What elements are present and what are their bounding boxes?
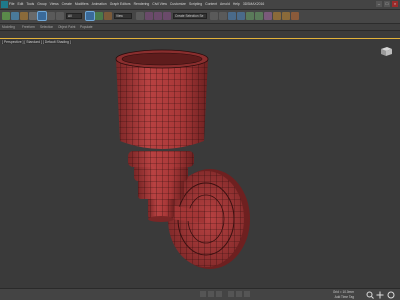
- menu-graph-editors[interactable]: Graph Editors: [110, 2, 131, 6]
- menu-customize[interactable]: Customize: [170, 2, 186, 6]
- glass-shade: [115, 49, 209, 149]
- grid-size-readout: Grid = 10.0mm: [332, 290, 354, 294]
- rendered-frame-window-icon[interactable]: [282, 12, 290, 20]
- curve-editor-icon[interactable]: [246, 12, 254, 20]
- menu-civil-view[interactable]: Civil View: [152, 2, 167, 6]
- minimize-icon[interactable]: –: [376, 1, 382, 7]
- pivot-icon[interactable]: [136, 12, 144, 20]
- ribbon-tab-object-paint[interactable]: Object Paint: [58, 25, 75, 29]
- play-icon[interactable]: [236, 291, 242, 297]
- scene-explorer-icon[interactable]: [237, 12, 245, 20]
- percent-snap-icon[interactable]: [163, 12, 171, 20]
- menu-arnold[interactable]: Arnold: [220, 2, 230, 6]
- menu-content[interactable]: Content: [205, 2, 217, 6]
- menu-animation[interactable]: Animation: [92, 2, 107, 6]
- orbit-icon[interactable]: [387, 291, 395, 299]
- material-editor-icon[interactable]: [264, 12, 272, 20]
- rotate-icon[interactable]: [95, 12, 103, 20]
- schematic-view-icon[interactable]: [255, 12, 263, 20]
- menu-file[interactable]: File: [9, 2, 14, 6]
- app-logo-icon[interactable]: [1, 1, 8, 8]
- set-key-icon[interactable]: [208, 291, 214, 297]
- key-filter-icon[interactable]: [200, 291, 206, 297]
- ribbon-tab-freeform[interactable]: Freeform: [22, 25, 35, 29]
- menu-modifiers[interactable]: Modifiers: [75, 2, 89, 6]
- main-menu: File Edit Tools Group Views Create Modif…: [9, 2, 264, 6]
- select-icon[interactable]: [37, 11, 47, 21]
- align-icon[interactable]: [219, 12, 227, 20]
- add-time-tag-button[interactable]: Add Time Tag: [335, 295, 354, 299]
- menu-help[interactable]: Help: [233, 2, 240, 6]
- menu-workspace[interactable]: 3DSMAX2016: [243, 2, 265, 6]
- ribbon-tab-modeling[interactable]: Modeling: [2, 25, 15, 29]
- play-forward-icon[interactable]: [244, 291, 250, 297]
- menu-edit[interactable]: Edit: [17, 2, 23, 6]
- link-icon[interactable]: [20, 12, 28, 20]
- render-production-icon[interactable]: [291, 12, 299, 20]
- zoom-icon[interactable]: [366, 291, 374, 299]
- status-bar: Grid = 10.0mm Add Time Tag: [0, 288, 400, 300]
- selection-filter-dropdown[interactable]: All: [66, 13, 82, 19]
- unlink-icon[interactable]: [29, 12, 37, 20]
- wall-sconce-model[interactable]: [0, 39, 400, 289]
- menu-create[interactable]: Create: [62, 2, 72, 6]
- select-region-icon[interactable]: [47, 12, 55, 20]
- render-setup-icon[interactable]: [273, 12, 281, 20]
- close-icon[interactable]: ×: [392, 1, 398, 7]
- auto-key-icon[interactable]: [216, 291, 222, 297]
- window-crossing-icon[interactable]: [56, 12, 64, 20]
- named-selection-set-dropdown[interactable]: Create Selection Se: [173, 13, 207, 19]
- main-toolbar: All View Create Selection Se: [0, 10, 400, 24]
- menu-bar: File Edit Tools Group Views Create Modif…: [0, 0, 400, 10]
- snap-icon[interactable]: [145, 12, 153, 20]
- reference-coordinate-dropdown[interactable]: View: [114, 13, 132, 19]
- menu-rendering[interactable]: Rendering: [134, 2, 150, 6]
- scale-icon[interactable]: [104, 12, 112, 20]
- menu-tools[interactable]: Tools: [26, 2, 34, 6]
- undo-icon[interactable]: [2, 12, 10, 20]
- ribbon-tab-selection[interactable]: Selection: [40, 25, 53, 29]
- play-backward-icon[interactable]: [228, 291, 234, 297]
- perspective-viewport[interactable]: [ Perspective ] [ Standard ] [ Default S…: [0, 38, 400, 288]
- redo-icon[interactable]: [11, 12, 19, 20]
- angle-snap-icon[interactable]: [154, 12, 162, 20]
- ribbon-tab-populate[interactable]: Populate: [80, 25, 93, 29]
- maximize-icon[interactable]: □: [384, 1, 390, 7]
- pan-icon[interactable]: [376, 291, 384, 299]
- menu-scripting[interactable]: Scripting: [189, 2, 202, 6]
- layer-explorer-icon[interactable]: [228, 12, 236, 20]
- ribbon: Modeling Freeform Selection Object Paint…: [0, 24, 400, 31]
- move-icon[interactable]: [85, 11, 95, 21]
- viewcube-icon[interactable]: [378, 45, 394, 57]
- mirror-icon[interactable]: [210, 12, 218, 20]
- menu-group[interactable]: Group: [37, 2, 46, 6]
- menu-views[interactable]: Views: [50, 2, 59, 6]
- window-controls: – □ ×: [376, 1, 398, 7]
